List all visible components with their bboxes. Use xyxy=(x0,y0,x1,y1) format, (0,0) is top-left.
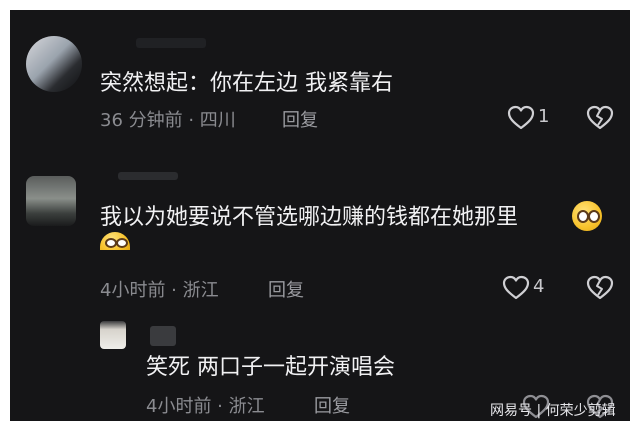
emoji-grin-icon xyxy=(100,232,130,250)
username-redacted xyxy=(150,326,176,346)
heart-broken-icon[interactable] xyxy=(586,275,614,301)
heart-outline-icon[interactable] xyxy=(502,275,530,301)
heart-broken-icon[interactable] xyxy=(586,105,614,131)
like-count: 1 xyxy=(538,106,550,127)
like-count: 4 xyxy=(533,276,545,297)
comment-text: 笑死 两口子一起开演唱会 xyxy=(146,355,395,380)
comment-text: 我以为她要说不管选哪边赚的钱都在她那里 xyxy=(100,205,519,230)
watermark: 网易号 | 何荣少剪辑 xyxy=(490,403,616,419)
reply-button[interactable]: 回复 xyxy=(268,276,304,302)
comment-meta: 36 分钟前 · 四川 xyxy=(100,110,236,131)
username-redacted xyxy=(136,38,206,48)
heart-outline-icon[interactable] xyxy=(507,105,535,131)
avatar[interactable] xyxy=(100,321,126,349)
emoji-grin-icon xyxy=(572,201,602,231)
username-redacted xyxy=(118,172,178,180)
comment-panel: 突然想起：你在左边 我紧靠右 36 分钟前 · 四川 回复 1 我以为她要说不管… xyxy=(10,10,630,421)
avatar[interactable] xyxy=(26,176,76,226)
comment-meta: 4小时前 · 浙江 xyxy=(100,280,219,301)
avatar[interactable] xyxy=(26,36,82,92)
comment-text: 突然想起：你在左边 我紧靠右 xyxy=(100,71,393,96)
reply-button[interactable]: 回复 xyxy=(282,106,318,132)
comment-meta: 4小时前 · 浙江 xyxy=(146,396,265,417)
reply-button[interactable]: 回复 xyxy=(314,392,350,418)
